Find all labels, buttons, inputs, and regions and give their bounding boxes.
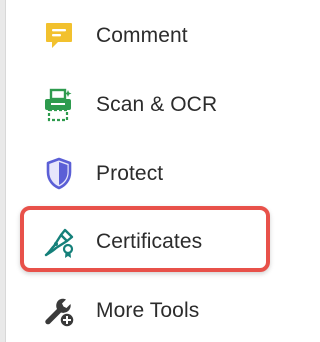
tool-label: More Tools xyxy=(96,299,200,322)
tool-scan-ocr[interactable]: Scan & OCR xyxy=(42,85,217,125)
tool-label: Scan & OCR xyxy=(96,93,218,116)
tool-label: Comment xyxy=(96,24,188,47)
tool-more-tools[interactable]: More Tools xyxy=(42,291,199,331)
scan-ocr-icon xyxy=(42,88,76,122)
wrench-add-icon xyxy=(42,294,76,328)
tool-protect[interactable]: Protect xyxy=(42,154,163,194)
tool-label: Protect xyxy=(96,162,164,185)
comment-icon xyxy=(42,19,76,53)
highlight-box xyxy=(20,206,270,272)
tools-list: Comment Scan & OCR Protect Certificates … xyxy=(0,0,298,342)
shield-icon xyxy=(42,157,76,191)
tool-comment[interactable]: Comment xyxy=(42,16,188,56)
